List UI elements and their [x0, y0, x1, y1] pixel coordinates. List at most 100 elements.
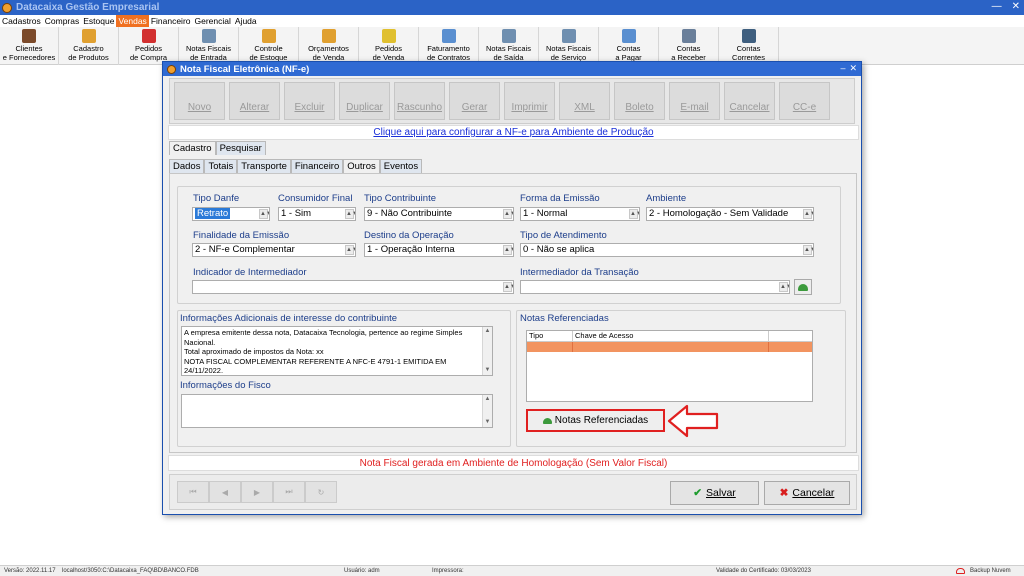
- tab-dados[interactable]: Dados: [169, 159, 205, 173]
- cloud-icon: [956, 568, 965, 574]
- toolbar-button-8[interactable]: Notas Fiscais de Saída: [479, 27, 539, 65]
- menu-gerencial[interactable]: Gerencial: [193, 15, 233, 27]
- ambiente-select[interactable]: 2 - Homologação - Sem Validade▲▼: [646, 207, 814, 221]
- action-cancelar-button[interactable]: Cancelar: [724, 82, 775, 120]
- action-e-mail-button[interactable]: E-mail: [669, 82, 720, 120]
- indicador-intermediador-select[interactable]: ▲▼: [192, 280, 514, 294]
- users-icon: [22, 29, 36, 43]
- dialog-title: Nota Fiscal Eletrônica (NF-e): [180, 63, 310, 75]
- toolbar-button-1[interactable]: Cadastro de Produtos: [59, 27, 119, 65]
- user-text: Usuário: adm: [344, 568, 380, 574]
- table-row[interactable]: [527, 342, 812, 352]
- menu-cadastros[interactable]: Cadastros: [0, 15, 43, 27]
- x-icon: ✖: [779, 487, 789, 499]
- tab-outros[interactable]: Outros: [343, 159, 380, 173]
- menu-financeiro[interactable]: Financeiro: [149, 15, 193, 27]
- tipo-danfe-select[interactable]: Retrato▲▼: [192, 207, 270, 221]
- finalidade-select[interactable]: 2 - NF-e Complementar▲▼: [192, 243, 356, 257]
- toolbar-button-7[interactable]: Faturamento de Contratos: [419, 27, 479, 65]
- tipo-atendimento-select[interactable]: 0 - Não se aplica▲▼: [520, 243, 814, 257]
- action-duplicar-button[interactable]: Duplicar: [339, 82, 390, 120]
- menu-vendas[interactable]: Vendas: [116, 15, 149, 27]
- app-logo-icon: [2, 2, 12, 13]
- action-gerar-button[interactable]: Gerar: [449, 82, 500, 120]
- database-path: localhost/3050:C:\Datacaixa_FAQ\BD\BANCO…: [62, 568, 199, 574]
- spin-icon: ▲▼: [779, 282, 789, 292]
- consumidor-final-select[interactable]: 1 - Sim▲▼: [278, 207, 356, 221]
- tab-pesquisar[interactable]: Pesquisar: [215, 141, 266, 155]
- close-icon[interactable]: ✕: [849, 63, 857, 74]
- info-group: Informações Adicionais de interesse do c…: [177, 310, 511, 447]
- spin-icon: ▲▼: [259, 209, 269, 219]
- info-adicionais-textarea[interactable]: A empresa emitente dessa nota, Datacaixa…: [181, 326, 493, 376]
- toolbar-button-4[interactable]: Controle de Estoque: [239, 27, 299, 65]
- toolbar-button-0[interactable]: Clientes e Fornecedores: [0, 27, 59, 65]
- stock-icon: [261, 29, 276, 43]
- destino-select[interactable]: 1 - Operação Interna▲▼: [364, 243, 514, 257]
- action-excluir-button[interactable]: Excluir: [284, 82, 335, 120]
- toolbar-button-12[interactable]: Contas Correntes: [719, 27, 779, 65]
- action-boleto-button[interactable]: Boleto: [614, 82, 665, 120]
- action-bar: Novo Alterar Excluir Duplicar Rascunho Gerar I…: [169, 78, 855, 124]
- dialog-titlebar: Nota Fiscal Eletrônica (NF-e) – ✕: [163, 62, 861, 76]
- search-intermediador-button[interactable]: [794, 279, 812, 295]
- tab-totais[interactable]: Totais: [204, 159, 238, 173]
- action-novo-button[interactable]: Novo: [174, 82, 225, 120]
- hand-icon: [542, 417, 552, 424]
- info-fisco-textarea[interactable]: ▲ ▼: [181, 394, 493, 428]
- action-alterar-button[interactable]: Alterar: [229, 82, 280, 120]
- sub-tabs: Dados Totais Transporte Financeiro Outro…: [169, 159, 423, 173]
- toolbar-button-6[interactable]: Pedidos de Venda: [359, 27, 419, 65]
- menu-compras[interactable]: Compras: [43, 15, 81, 27]
- info-scrollbar[interactable]: ▲ ▼: [482, 327, 492, 375]
- first-record-button[interactable]: ⏮: [177, 481, 209, 503]
- action-cc-e-button[interactable]: CC-e: [779, 82, 830, 120]
- cancel-button[interactable]: ✖ Cancelar: [764, 481, 850, 505]
- spin-icon: ▲▼: [345, 209, 355, 219]
- version-text: Versão: 2022.11.17: [4, 568, 56, 574]
- intermediador-transacao-label: Intermediador da Transação: [520, 267, 639, 278]
- intermediador-transacao-select[interactable]: ▲▼: [520, 280, 790, 294]
- tab-financeiro[interactable]: Financeiro: [290, 159, 344, 173]
- destino-label: Destino da Operação: [364, 230, 454, 241]
- toolbar-label: Contas a Receber: [671, 44, 706, 62]
- action-xml-button[interactable]: XML: [559, 82, 610, 120]
- toolbar-button-5[interactable]: Orçamentos de Venda: [299, 27, 359, 65]
- toolbar-button-11[interactable]: Contas a Receber: [659, 27, 719, 65]
- notas-referenciadas-button[interactable]: Notas Referenciadas: [526, 409, 665, 432]
- finalidade-label: Finalidade da Emissão: [193, 230, 290, 241]
- forma-emissao-select[interactable]: 1 - Normal▲▼: [520, 207, 640, 221]
- toolbar-button-3[interactable]: Notas Fiscais de Entrada: [179, 27, 239, 65]
- annotation-arrow-icon: [667, 404, 719, 438]
- toolbar-label: Pedidos de Compra: [129, 44, 168, 62]
- toolbar-button-2[interactable]: Pedidos de Compra: [119, 27, 179, 65]
- prev-record-button[interactable]: ◀: [209, 481, 241, 503]
- next-record-button[interactable]: ▶: [241, 481, 273, 503]
- notas-referenciadas-grid[interactable]: Tipo Chave de Acesso: [526, 330, 813, 402]
- refresh-button[interactable]: ↻: [305, 481, 337, 503]
- forma-emissao-label: Forma da Emissão: [520, 193, 600, 204]
- save-button[interactable]: ✔ Salvar: [670, 481, 759, 505]
- notas-referenciadas-label: Notas Referenciadas: [520, 313, 609, 324]
- last-record-button[interactable]: ⏭: [273, 481, 305, 503]
- action-rascunho-button[interactable]: Rascunho: [394, 82, 445, 120]
- config-production-link[interactable]: Clique aqui para configurar a NF-e para …: [168, 125, 859, 140]
- backup-text[interactable]: Backup Nuvem: [970, 568, 1011, 574]
- tipo-contribuinte-select[interactable]: 9 - Não Contribuinte▲▼: [364, 207, 514, 221]
- tipo-contribuinte-label: Tipo Contribuinte: [364, 193, 436, 204]
- tab-eventos[interactable]: Eventos: [379, 159, 423, 173]
- toolbar-label: Clientes e Fornecedores: [2, 44, 56, 62]
- menu-estoque[interactable]: Estoque: [81, 15, 116, 27]
- action-imprimir-button[interactable]: Imprimir: [504, 82, 555, 120]
- menu-ajuda[interactable]: Ajuda: [233, 15, 259, 27]
- toolbar-button-10[interactable]: Contas a Pagar: [599, 27, 659, 65]
- close-icon[interactable]: ✕: [1012, 1, 1020, 12]
- toolbar-button-9[interactable]: Notas Fiscais de Serviço: [539, 27, 599, 65]
- tab-cadastro[interactable]: Cadastro: [169, 141, 216, 155]
- main-tabs: Cadastro Pesquisar: [169, 141, 266, 155]
- tab-transporte[interactable]: Transporte: [237, 159, 291, 173]
- toolbar-label: Notas Fiscais de Entrada: [185, 44, 231, 62]
- fisco-scrollbar[interactable]: ▲ ▼: [482, 395, 492, 427]
- minimize-icon[interactable]: —: [992, 1, 1002, 12]
- minimize-icon[interactable]: –: [840, 63, 845, 74]
